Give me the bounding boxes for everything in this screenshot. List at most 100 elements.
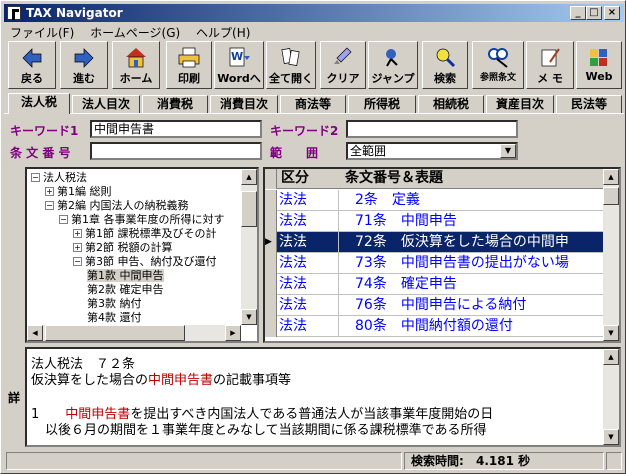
scope-label: 範 囲 xyxy=(270,146,319,160)
results-vertical-scrollbar[interactable]: ▲ ▼ xyxy=(603,169,619,341)
tree-item[interactable]: 第3款 納付 xyxy=(87,297,142,311)
tree-item[interactable]: − 法人税法 xyxy=(31,171,87,185)
word-button[interactable]: W Wordへ xyxy=(214,41,264,89)
tab-civil-law[interactable]: 民法等 xyxy=(556,95,622,113)
table-row[interactable]: 法法 73条 中間申告書の提出がない場 xyxy=(265,253,605,274)
scroll-up-icon[interactable]: ▲ xyxy=(603,169,619,185)
cell-article-title: 73条 中間申告書の提出がない場 xyxy=(355,255,569,271)
scroll-up-icon[interactable]: ▲ xyxy=(241,169,257,185)
table-row[interactable]: 法法 2条 定義 xyxy=(265,190,605,211)
menu-file[interactable]: ファイル(F) xyxy=(4,23,80,42)
scroll-left-icon[interactable]: ◀ xyxy=(27,325,43,341)
tree-item[interactable]: 第1款 中間申告 xyxy=(87,269,164,283)
results-scroll-thumb[interactable] xyxy=(603,187,619,205)
keyword1-input[interactable]: 中間申告書 xyxy=(90,120,262,138)
scroll-right-icon[interactable]: ▶ xyxy=(225,325,241,341)
clear-icon xyxy=(331,46,355,68)
detail-vertical-scrollbar[interactable]: ▲ ▼ xyxy=(603,349,619,445)
tree-item-label: 第2節 税額の計算 xyxy=(85,241,173,254)
clear-button[interactable]: クリア xyxy=(320,41,366,89)
row-indicator xyxy=(265,253,277,274)
results-grid: 区分 条文番号＆表題 法法 2条 定義 法法 71条 中間申告 ▶ 法法 72条 仮決算をし… xyxy=(263,167,621,343)
web-button[interactable]: Web xyxy=(576,41,622,89)
chapter-tree: − 法人税法 + 第1編 総則 − 第2編 内国法人の納税義務 − 第1章 各事業年度の所得に… xyxy=(25,167,259,343)
close-button[interactable]: × xyxy=(604,6,620,20)
print-button[interactable]: 印刷 xyxy=(166,41,212,89)
jump-button[interactable]: ジャンプ xyxy=(368,41,418,89)
scroll-up-icon[interactable]: ▲ xyxy=(603,349,619,365)
cell-article-title: 72条 仮決算をした場合の中間申 xyxy=(355,234,569,250)
memo-button[interactable]: メ モ xyxy=(526,41,574,89)
tab-income-tax[interactable]: 所得税 xyxy=(348,95,416,113)
search-time-label: 検索時間: xyxy=(411,454,464,468)
tree-item-label: 第2編 内国法人の納税義務 xyxy=(57,199,189,212)
menu-bar: ファイル(F) ホームページ(G) ヘルプ(H) xyxy=(4,23,624,41)
home-button[interactable]: ホーム xyxy=(112,41,160,89)
tab-corporate-tax[interactable]: 法人税 xyxy=(8,93,70,114)
jump-icon xyxy=(381,46,405,68)
tab-consumption-index[interactable]: 消費目次 xyxy=(210,95,278,113)
open-all-label: 全て開く xyxy=(269,72,313,85)
expand-icon[interactable]: + xyxy=(73,229,82,238)
home-icon xyxy=(124,46,148,68)
reference-label: 参照条文 xyxy=(479,73,516,83)
tab-asset-index[interactable]: 資産目次 xyxy=(486,95,554,113)
clear-label: クリア xyxy=(326,72,360,85)
reference-button[interactable]: 参照条文 xyxy=(472,41,524,89)
menu-help[interactable]: ヘルプ(H) xyxy=(190,23,256,42)
tree-item[interactable]: − 第3節 申告、納付及び還付 xyxy=(73,255,217,269)
tree-item[interactable]: + 第1節 課税標準及びその計 xyxy=(73,227,217,241)
collapse-icon[interactable]: − xyxy=(59,215,68,224)
tree-item[interactable]: 第4款 還付 xyxy=(87,311,142,325)
collapse-icon[interactable]: − xyxy=(73,257,82,266)
collapse-icon[interactable]: − xyxy=(45,201,54,210)
tree-item[interactable]: + 第2節 税額の計算 xyxy=(73,241,173,255)
tab-corporate-index[interactable]: 法人目次 xyxy=(72,95,140,113)
scope-value: 全範囲 xyxy=(350,144,387,158)
table-row[interactable]: 法法 80条 中間納付額の還付 xyxy=(265,316,605,337)
maximize-button[interactable]: □ xyxy=(586,6,602,20)
expand-icon[interactable]: + xyxy=(73,243,82,252)
search-button[interactable]: 検索 xyxy=(422,41,468,89)
tree-item-label: 第1款 中間申告 xyxy=(87,269,164,282)
tree-scroll-thumb[interactable] xyxy=(241,191,257,227)
header-indicator xyxy=(265,169,277,189)
open-all-button[interactable]: 全て開く xyxy=(266,41,316,89)
tab-consumption-tax[interactable]: 消費税 xyxy=(142,95,208,113)
menu-homepage[interactable]: ホームページ(G) xyxy=(84,23,186,42)
scope-select[interactable]: 全範囲 ▼ xyxy=(346,142,518,160)
resize-grip[interactable] xyxy=(606,452,622,470)
list-section-label: 一覧 xyxy=(7,191,42,281)
search-time-value: 4.181 秒 xyxy=(476,454,531,468)
forward-button[interactable]: 進む xyxy=(60,41,108,89)
tree-item[interactable]: − 第1章 各事業年度の所得に対す xyxy=(59,213,225,227)
expand-icon[interactable]: + xyxy=(45,187,54,196)
reference-icon xyxy=(486,46,510,68)
keyword2-input[interactable] xyxy=(346,120,518,138)
law-tabs: 法人税 法人目次 消費税 消費目次 商法等 所得税 相続税 資産目次 民法等 xyxy=(4,93,624,114)
table-row[interactable]: ▶ 法法 72条 仮決算をした場合の中間申 xyxy=(265,232,605,253)
chevron-down-icon[interactable]: ▼ xyxy=(500,144,516,158)
tree-vertical-scrollbar[interactable]: ▲ ▼ xyxy=(241,169,257,325)
tab-commercial-law[interactable]: 商法等 xyxy=(280,95,346,113)
minimize-button[interactable]: _ xyxy=(570,6,586,20)
tree-item-label: 第1節 課税標準及びその計 xyxy=(85,227,217,240)
scroll-down-icon[interactable]: ▼ xyxy=(603,325,619,341)
article-number-input[interactable] xyxy=(90,142,262,160)
table-row[interactable]: 法法 71条 中間申告 xyxy=(265,211,605,232)
back-button[interactable]: 戻る xyxy=(8,41,56,89)
scroll-down-icon[interactable]: ▼ xyxy=(241,309,257,325)
forward-icon xyxy=(72,46,96,68)
table-row[interactable]: 法法 76条 中間申告による納付 xyxy=(265,295,605,316)
table-row[interactable]: 法法 74条 確定申告 xyxy=(265,274,605,295)
collapse-icon[interactable]: − xyxy=(31,173,40,182)
scroll-down-icon[interactable]: ▼ xyxy=(603,429,619,445)
tree-item-label: 法人税法 xyxy=(43,171,87,184)
tree-horizontal-scrollbar[interactable]: ◀ ▶ xyxy=(27,325,241,341)
tab-inheritance-tax[interactable]: 相続税 xyxy=(418,95,484,113)
tree-item[interactable]: + 第1編 総則 xyxy=(45,185,112,199)
tree-item[interactable]: − 第2編 内国法人の納税義務 xyxy=(45,199,189,213)
detail-heading-pre: 仮決算をした場合の xyxy=(31,373,149,388)
tree-item[interactable]: 第2款 確定申告 xyxy=(87,283,164,297)
tree-hscroll-thumb[interactable] xyxy=(45,325,185,341)
